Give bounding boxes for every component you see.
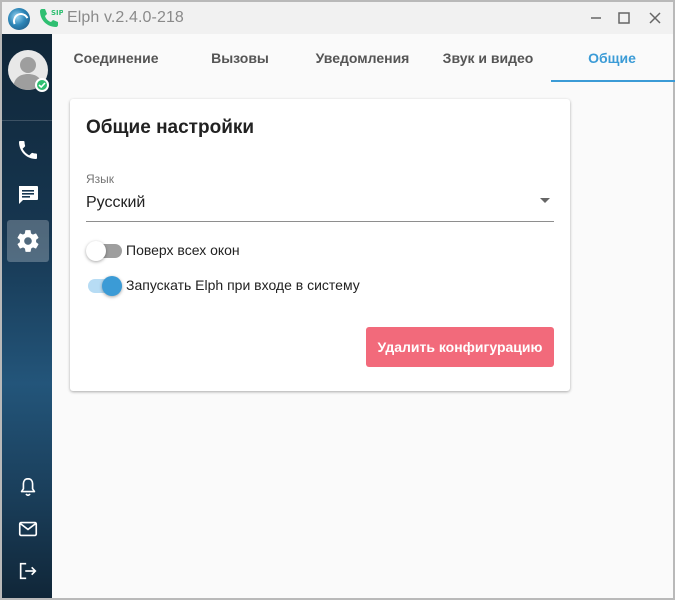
autostart-toggle-thumb[interactable] [102, 276, 122, 296]
logout-icon [19, 562, 37, 580]
tab-calls[interactable]: Вызовы [180, 34, 300, 82]
close-button[interactable] [645, 8, 665, 28]
app-window: SIP Elph v.2.4.0-218 Соединение Вызовы У… [0, 0, 675, 600]
mail-icon [18, 521, 38, 537]
gear-icon [17, 230, 39, 252]
tab-general[interactable]: Общие [551, 34, 673, 82]
minimize-icon [591, 17, 601, 19]
dropdown-arrow-icon [540, 198, 550, 203]
sidebar-item-notifications[interactable] [7, 466, 49, 508]
title-bar: SIP Elph v.2.4.0-218 [2, 2, 673, 34]
tab-audio-video[interactable]: Звук и видео [425, 34, 551, 82]
sidebar-item-chat[interactable] [7, 174, 49, 216]
sidebar-item-settings[interactable] [7, 220, 49, 262]
sidebar-divider [2, 120, 52, 121]
online-status-icon [35, 78, 49, 92]
sip-badge: SIP [51, 9, 63, 17]
sidebar-item-logout[interactable] [7, 550, 49, 592]
always-on-top-label: Поверх всех окон [126, 242, 240, 258]
tab-connection[interactable]: Соединение [52, 34, 180, 82]
always-on-top-toggle-thumb[interactable] [86, 241, 106, 261]
sidebar-item-mail[interactable] [7, 508, 49, 550]
language-select[interactable]: Русский [86, 187, 554, 222]
delete-configuration-button[interactable]: Удалить конфигурацию [366, 327, 554, 367]
card-title: Общие настройки [86, 117, 255, 138]
app-logo-icon [8, 8, 30, 30]
sip-phone-icon: SIP [37, 7, 64, 31]
general-settings-card: Общие настройки Язык Русский Поверх всех… [70, 99, 570, 391]
autostart-label: Запускать Elph при входе в систему [126, 277, 360, 293]
active-tab-indicator [551, 80, 675, 82]
maximize-button[interactable] [614, 8, 634, 28]
tab-notifications[interactable]: Уведомления [300, 34, 425, 82]
minimize-button[interactable] [586, 8, 606, 28]
language-label: Язык [86, 172, 115, 186]
chat-icon [19, 186, 38, 204]
language-value: Русский [86, 194, 146, 211]
sidebar-item-calls[interactable] [7, 129, 49, 171]
close-icon [649, 12, 661, 24]
window-title: Elph v.2.4.0-218 [67, 9, 184, 26]
bell-icon [20, 477, 36, 497]
phone-icon [19, 141, 37, 159]
maximize-icon [618, 12, 630, 24]
sidebar [2, 34, 52, 598]
settings-tabs: Соединение Вызовы Уведомления Звук и вид… [52, 34, 675, 82]
